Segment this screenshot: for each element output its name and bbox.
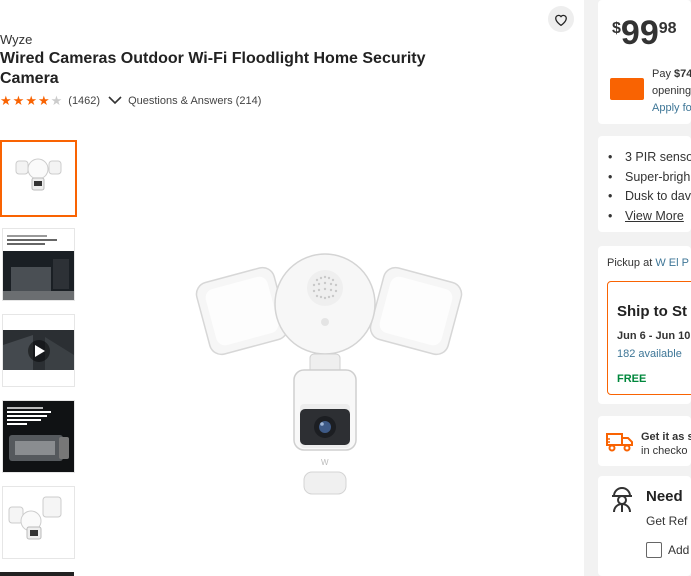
- highlights-card: 3 PIR senso Super-brigh Dusk to dav View…: [598, 136, 691, 232]
- highlights-list: 3 PIR senso Super-brigh Dusk to dav View…: [608, 148, 691, 226]
- store-link[interactable]: W El P: [655, 257, 689, 269]
- apply-link[interactable]: Apply fo: [652, 100, 691, 117]
- price: $ 99 98: [612, 14, 677, 52]
- need-help-card: Need Get Ref Add: [598, 476, 691, 576]
- thumbnail-2[interactable]: [2, 228, 75, 301]
- product-main-image[interactable]: W: [180, 252, 470, 502]
- add-checkbox[interactable]: [646, 542, 662, 558]
- star-rating[interactable]: ★ ★ ★ ★ ★: [0, 94, 62, 107]
- thumbnail-3-video[interactable]: [2, 314, 75, 387]
- pickup-store: Pickup at W El P: [607, 257, 689, 269]
- review-count[interactable]: (1462): [68, 95, 100, 107]
- truck-icon: [606, 433, 633, 452]
- highlight-item: Super-brigh: [608, 168, 691, 188]
- svg-text:W: W: [321, 458, 329, 467]
- star-icon: ★: [37, 93, 50, 108]
- view-more-link[interactable]: View More: [625, 209, 684, 223]
- worker-helmet-icon: [612, 487, 632, 513]
- credit-promo: Pay $74 opening Apply fo: [652, 66, 691, 117]
- star-icon: ★: [50, 93, 63, 108]
- delivery-info: Get it as s in checko: [641, 431, 691, 457]
- star-icon: ★: [25, 93, 37, 108]
- heart-icon: [555, 14, 567, 26]
- chevron-down-icon[interactable]: [108, 96, 122, 105]
- product-main-panel: Wyze Wired Cameras Outdoor Wi-Fi Floodli…: [0, 0, 584, 576]
- product-brand[interactable]: Wyze: [0, 32, 32, 47]
- rating-row: ★ ★ ★ ★ ★ (1462) Questions & Answers (21…: [0, 94, 261, 107]
- price-card: $ 99 98 Pay $74 opening Apply fo: [598, 0, 691, 124]
- thumbnail-4[interactable]: [2, 400, 75, 473]
- credit-card-image: [610, 78, 644, 100]
- star-icon: ★: [0, 93, 12, 108]
- favorite-button[interactable]: [548, 6, 574, 32]
- thumbnail-6-partial[interactable]: [0, 572, 74, 576]
- need-subtext: Get Ref: [646, 514, 688, 528]
- ship-to-store-option[interactable]: Ship to St Jun 6 - Jun 10 182 available …: [607, 281, 691, 395]
- thumbnail-5[interactable]: [2, 486, 75, 559]
- questions-answers-link[interactable]: Questions & Answers (214): [128, 95, 261, 107]
- delivery-card: Get it as s in checko: [598, 416, 691, 466]
- fulfillment-card: Pickup at W El P Ship to St Jun 6 - Jun …: [598, 246, 691, 404]
- product-title: Wired Cameras Outdoor Wi-Fi Floodlight H…: [0, 50, 426, 87]
- add-checkbox-label[interactable]: Add: [668, 543, 689, 557]
- star-icon: ★: [12, 93, 25, 108]
- thumbnail-1[interactable]: [0, 140, 77, 217]
- buy-box: $ 99 98 Pay $74 opening Apply fo 3 PIR s…: [598, 0, 691, 576]
- highlight-item: Dusk to dav: [608, 187, 691, 207]
- need-heading: Need: [646, 488, 683, 505]
- highlight-item: 3 PIR senso: [608, 148, 691, 168]
